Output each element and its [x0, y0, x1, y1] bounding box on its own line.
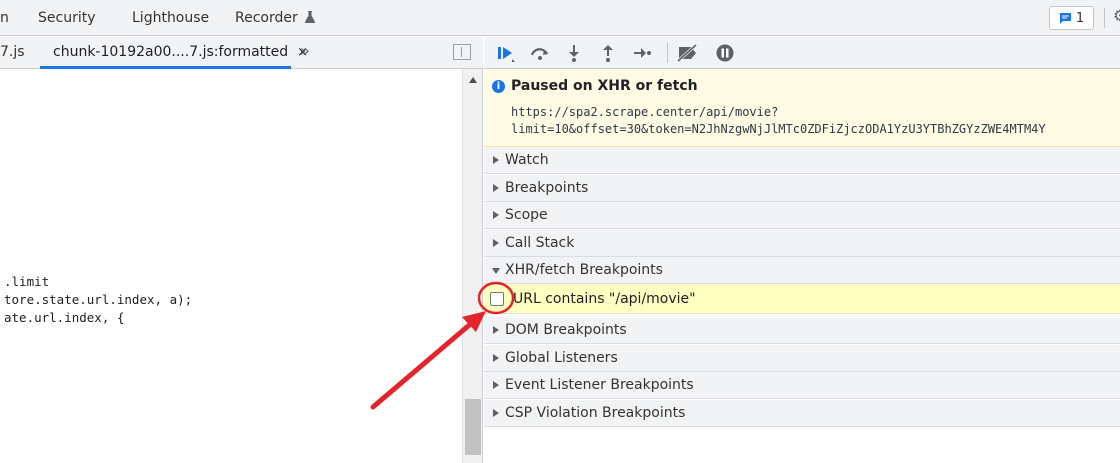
expand-arrow-icon	[493, 381, 499, 389]
step-out-icon[interactable]	[595, 41, 621, 65]
step-into-icon[interactable]	[561, 41, 587, 65]
section-dom-breakpoints[interactable]: DOM Breakpoints	[484, 317, 1120, 344]
pause-on-exceptions-icon[interactable]	[712, 41, 738, 65]
settings-icon[interactable]: ⚙	[1113, 6, 1120, 25]
step-over-icon[interactable]	[527, 41, 553, 65]
code-line: .limit	[4, 274, 50, 289]
section-global-listeners[interactable]: Global Listeners	[484, 345, 1120, 372]
scrollbar-thumb[interactable]	[465, 399, 481, 455]
expand-arrow-icon	[493, 354, 499, 362]
section-label: Event Listener Breakpoints	[505, 377, 694, 393]
devtools-tab-bar: n Security Lighthouse Recorder 1 ⚙	[0, 0, 1120, 36]
editor-tab-previous[interactable]: 7.js	[0, 37, 25, 69]
flask-icon	[305, 11, 316, 23]
editor-scrollbar[interactable]	[462, 69, 483, 463]
section-breakpoints[interactable]: Breakpoints	[484, 175, 1120, 202]
tab-lighthouse[interactable]: Lighthouse	[132, 0, 209, 36]
paused-url-line: https://spa2.scrape.center/api/movie?	[511, 105, 779, 119]
code-line: ate.url.index, {	[4, 310, 125, 325]
scroll-up-icon[interactable]	[469, 77, 477, 83]
tab-security[interactable]: Security	[38, 0, 96, 36]
code-line: tore.state.url.index, a);	[4, 292, 193, 307]
xhr-breakpoint-checkbox[interactable]	[490, 292, 504, 306]
info-icon: i	[492, 80, 505, 93]
expand-arrow-icon	[493, 409, 499, 417]
section-label: Scope	[505, 207, 548, 223]
code-editor[interactable]: .limit tore.state.url.index, a); ate.url…	[0, 69, 462, 463]
xhr-breakpoint-label: URL contains "/api/movie"	[513, 291, 696, 307]
xhr-breakpoint-row[interactable]: URL contains "/api/movie"	[484, 284, 1120, 314]
toolbar-divider	[1104, 8, 1105, 28]
section-label: DOM Breakpoints	[505, 322, 627, 338]
tab-recorder-label: Recorder	[235, 10, 298, 26]
debugger-sidebar: i Paused on XHR or fetch https://spa2.sc…	[484, 37, 1120, 463]
expand-arrow-icon	[493, 326, 499, 334]
toolbar-divider	[667, 43, 668, 63]
deactivate-breakpoints-icon[interactable]	[675, 41, 701, 65]
tab-partial[interactable]: n	[0, 0, 9, 36]
section-label: Watch	[505, 152, 549, 168]
editor-tab-active[interactable]: chunk-10192a00....7.js:formatted ×	[40, 37, 308, 69]
more-tabs-icon[interactable]: »	[300, 41, 310, 60]
expand-arrow-icon	[493, 211, 499, 219]
paused-message: i Paused on XHR or fetch https://spa2.sc…	[484, 69, 1120, 147]
section-call-stack[interactable]: Call Stack	[484, 230, 1120, 257]
expand-arrow-icon	[493, 184, 499, 192]
section-xhr-breakpoints[interactable]: XHR/fetch Breakpoints	[484, 257, 1120, 284]
section-label: Global Listeners	[505, 350, 618, 366]
tab-recorder[interactable]: Recorder	[235, 0, 316, 36]
expand-arrow-icon	[493, 156, 499, 164]
resume-icon[interactable]	[493, 41, 519, 65]
section-csp-violation-breakpoints[interactable]: CSP Violation Breakpoints	[484, 400, 1120, 427]
section-label: Call Stack	[505, 235, 575, 251]
editor-tab-label: chunk-10192a00....7.js:formatted	[53, 44, 289, 60]
paused-url-line: limit=10&offset=30&token=N2JhNzgwNjJlMTc…	[511, 122, 1046, 136]
toggle-debugger-icon[interactable]	[453, 44, 471, 60]
section-label: XHR/fetch Breakpoints	[505, 262, 663, 278]
expand-arrow-icon	[493, 239, 499, 247]
section-event-listener-breakpoints[interactable]: Event Listener Breakpoints	[484, 372, 1120, 399]
paused-url: https://spa2.scrape.center/api/movie? li…	[511, 104, 1046, 138]
paused-title: Paused on XHR or fetch	[511, 78, 698, 94]
issues-count: 1	[1075, 10, 1085, 26]
message-icon	[1059, 12, 1071, 24]
collapse-arrow-icon	[492, 268, 500, 274]
step-icon[interactable]	[629, 41, 655, 65]
section-watch[interactable]: Watch	[484, 147, 1120, 174]
editor-tab-strip: 7.js chunk-10192a00....7.js:formatted × »	[0, 37, 483, 69]
sources-editor-pane: 7.js chunk-10192a00....7.js:formatted × »…	[0, 37, 483, 463]
section-label: CSP Violation Breakpoints	[505, 405, 686, 421]
section-label: Breakpoints	[505, 180, 589, 196]
issues-button[interactable]: 1	[1049, 6, 1094, 30]
sidebar-empty-area	[484, 427, 1120, 463]
section-scope[interactable]: Scope	[484, 202, 1120, 229]
debugger-toolbar	[484, 37, 1120, 69]
